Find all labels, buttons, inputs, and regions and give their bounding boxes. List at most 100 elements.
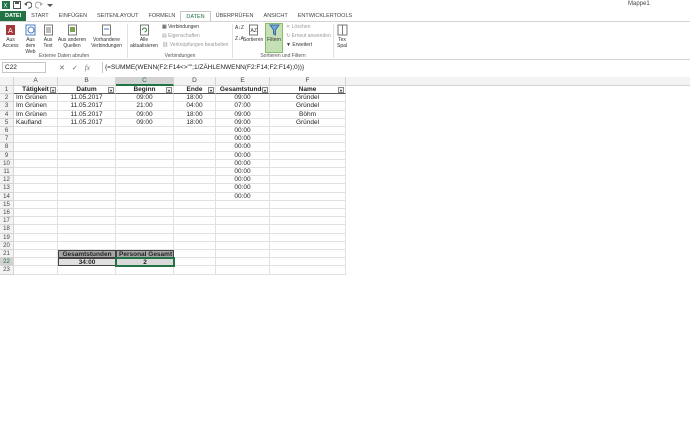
cell[interactable] (116, 241, 174, 250)
cell[interactable] (14, 225, 58, 234)
column-header[interactable]: D (174, 77, 216, 86)
cell[interactable] (174, 200, 216, 209)
cell[interactable] (174, 250, 216, 259)
properties-button[interactable]: ▤ Eigenschaften (162, 33, 200, 39)
table-cell[interactable]: 00:00 (216, 127, 270, 136)
cell[interactable] (58, 135, 116, 144)
filter-dropdown-icon[interactable]: ▾ (50, 87, 56, 93)
cell[interactable] (216, 225, 270, 234)
table-cell[interactable]: 09:00 (216, 110, 270, 119)
cell[interactable] (58, 159, 116, 168)
existing-connections-button[interactable]: Vorhandene Verbindungen (89, 24, 124, 49)
row-header[interactable]: 17 (0, 217, 14, 226)
header-ende[interactable]: Ende ▾ (174, 86, 216, 95)
header-name[interactable]: Name ▾ (270, 86, 346, 95)
cell[interactable] (174, 151, 216, 160)
cell[interactable] (14, 200, 58, 209)
cell[interactable] (58, 184, 116, 193)
table-cell[interactable]: 09:00 (216, 94, 270, 103)
cell[interactable] (14, 217, 58, 226)
tab-entwicklertools[interactable]: ENTWICKLERTOOLS (293, 11, 358, 21)
tab-ueberpruefen[interactable]: ÜBERPRÜFEN (211, 11, 259, 21)
filter-dropdown-icon[interactable]: ▾ (108, 87, 114, 93)
confirm-icon[interactable]: ✓ (72, 64, 78, 72)
filter-dropdown-icon[interactable]: ▾ (262, 87, 268, 93)
cell[interactable] (216, 241, 270, 250)
cell[interactable] (58, 225, 116, 234)
cell[interactable] (174, 266, 216, 275)
cell[interactable] (174, 159, 216, 168)
cell[interactable] (216, 200, 270, 209)
header-datum[interactable]: Datum ▾ (58, 86, 116, 95)
filter-dropdown-icon[interactable]: ▾ (208, 87, 214, 93)
row-header[interactable]: 7 (0, 135, 14, 144)
cell[interactable] (58, 168, 116, 177)
cell[interactable] (216, 217, 270, 226)
cell[interactable] (58, 209, 116, 218)
table-cell[interactable]: 00:00 (216, 168, 270, 177)
summary-value-hours[interactable]: 34:00 (58, 258, 116, 267)
column-header[interactable]: A (14, 77, 58, 86)
column-header[interactable]: F (270, 77, 346, 86)
cell[interactable] (116, 209, 174, 218)
table-cell[interactable]: 18:00 (174, 110, 216, 119)
advanced-filter-button[interactable]: ▼ Erweitert (286, 42, 312, 48)
table-cell[interactable]: 00:00 (216, 176, 270, 185)
cell[interactable] (216, 233, 270, 242)
table-cell[interactable]: 11.05.2017 (58, 110, 116, 119)
formula-input[interactable]: {=SUMME(WENN(F2:F14<>"";1/ZÄHLENWENN(F2:… (102, 62, 690, 73)
row-header[interactable]: 8 (0, 143, 14, 152)
cell[interactable] (14, 250, 58, 259)
cell[interactable] (116, 159, 174, 168)
cell[interactable] (270, 151, 346, 160)
tab-datei[interactable]: DATEI (0, 11, 27, 21)
tab-seitenlayout[interactable]: SEITENLAYOUT (92, 11, 143, 21)
row-header[interactable]: 3 (0, 102, 14, 111)
sort-button[interactable]: AZ Sortieren (243, 24, 263, 43)
cell[interactable] (116, 176, 174, 185)
cell[interactable] (270, 143, 346, 152)
insert-function-icon[interactable]: fx (85, 64, 90, 72)
cell[interactable] (270, 250, 346, 259)
cell[interactable] (174, 217, 216, 226)
row-header[interactable]: 2 (0, 94, 14, 103)
cell[interactable] (116, 200, 174, 209)
table-cell[interactable]: 04:00 (174, 102, 216, 111)
cell[interactable] (14, 233, 58, 242)
reapply-button[interactable]: ↻ Erneut anwenden (286, 33, 331, 39)
table-cell[interactable]: 21:00 (116, 102, 174, 111)
header-taetigkeit[interactable]: Tätigkeit ▾ (14, 86, 58, 95)
cell[interactable] (14, 184, 58, 193)
cell[interactable] (116, 151, 174, 160)
table-cell[interactable]: Gründel (270, 94, 346, 103)
cell[interactable] (216, 209, 270, 218)
row-header[interactable]: 5 (0, 118, 14, 127)
cell[interactable] (270, 184, 346, 193)
cell[interactable] (270, 217, 346, 226)
table-cell[interactable]: 09:00 (116, 110, 174, 119)
table-cell[interactable]: 00:00 (216, 143, 270, 152)
cell[interactable] (14, 127, 58, 136)
cell[interactable] (116, 192, 174, 201)
cell[interactable] (14, 241, 58, 250)
row-header[interactable]: 20 (0, 241, 14, 250)
tab-daten[interactable]: DATEN (180, 11, 211, 21)
cell[interactable] (116, 168, 174, 177)
select-all-corner[interactable] (0, 77, 14, 86)
table-cell[interactable]: Im Grünen (14, 94, 58, 103)
cell[interactable] (174, 233, 216, 242)
cell[interactable] (58, 200, 116, 209)
name-box[interactable]: C22 (2, 62, 46, 73)
table-cell[interactable]: 09:00 (216, 118, 270, 127)
table-cell[interactable]: 09:00 (116, 94, 174, 103)
cell[interactable] (58, 192, 116, 201)
save-icon[interactable] (13, 1, 21, 9)
table-cell[interactable]: 00:00 (216, 159, 270, 168)
from-other-sources-button[interactable]: Aus anderen Quellen (57, 24, 87, 49)
row-header[interactable]: 21 (0, 250, 14, 259)
cell[interactable] (14, 258, 58, 267)
cell[interactable] (116, 143, 174, 152)
qat-more-icon[interactable] (46, 1, 54, 9)
cell[interactable] (270, 225, 346, 234)
cell[interactable] (270, 209, 346, 218)
